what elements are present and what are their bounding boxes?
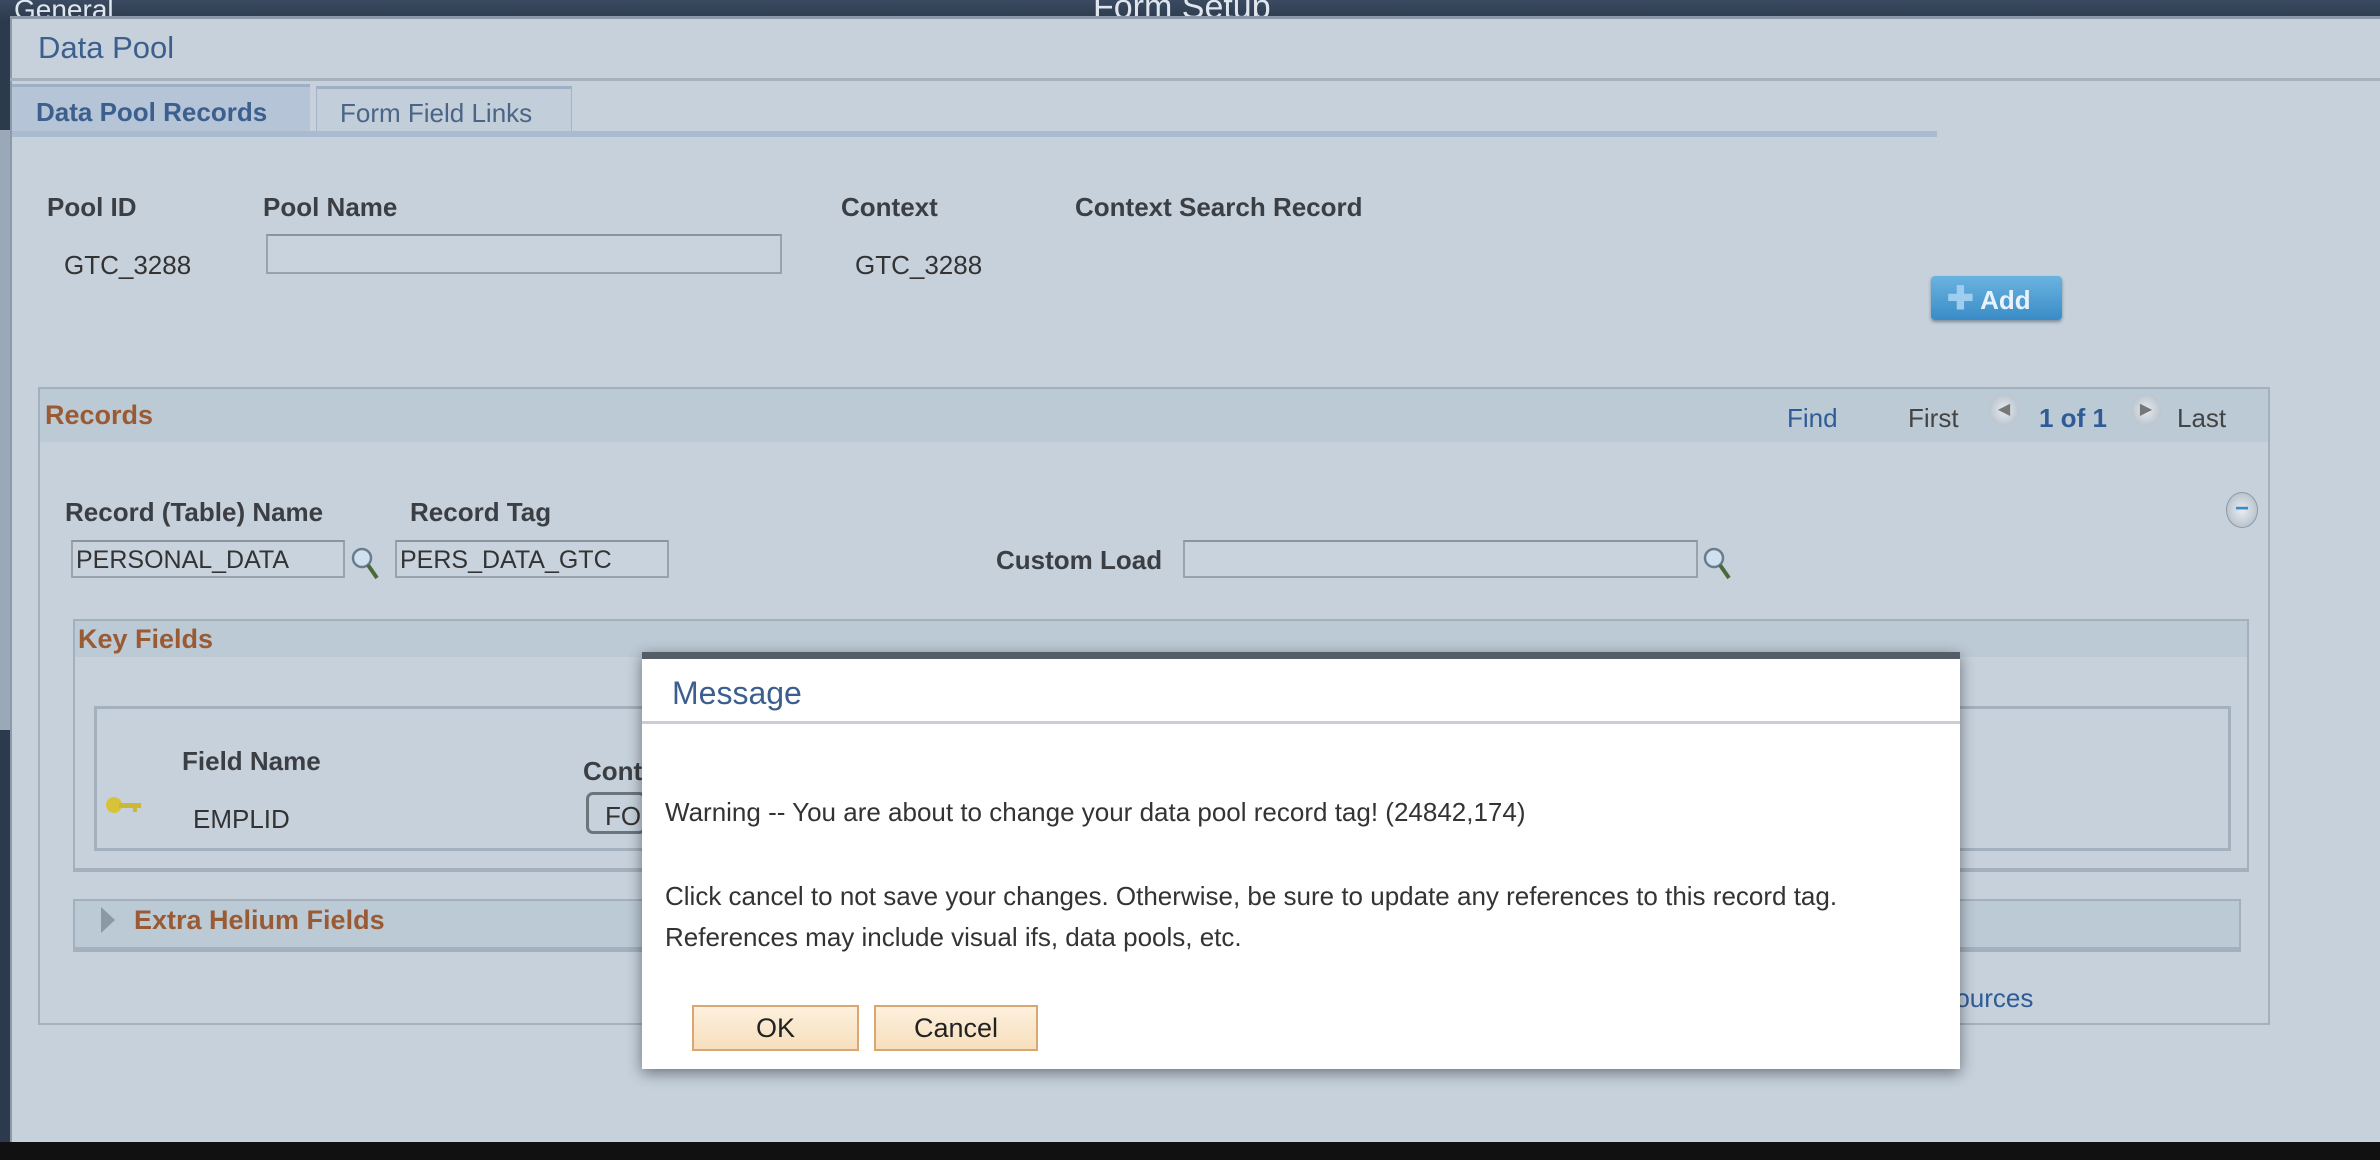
pager-count: 1 of 1 bbox=[2039, 403, 2107, 433]
background-page-edge bbox=[0, 130, 10, 730]
next-icon[interactable]: ▶ bbox=[2131, 394, 2161, 426]
title-divider bbox=[10, 78, 2380, 81]
expand-triangle-icon[interactable] bbox=[101, 907, 115, 933]
key-icon bbox=[106, 797, 141, 813]
find-link[interactable]: Find bbox=[1787, 403, 1838, 434]
field-name-value: EMPLID bbox=[193, 804, 290, 834]
dialog-instructions-line2: References may include visual ifs, data … bbox=[665, 922, 1242, 952]
pool-id-label: Pool ID bbox=[47, 192, 137, 222]
context-label: Context bbox=[841, 192, 938, 222]
tab-underline bbox=[12, 131, 1937, 137]
dialog-instructions-line1: Click cancel to not save your changes. O… bbox=[665, 881, 1838, 911]
tab-form-field-links[interactable]: Form Field Links bbox=[316, 86, 572, 132]
dialog-divider bbox=[642, 721, 1960, 724]
custom-load-input[interactable] bbox=[1183, 540, 1698, 578]
page-title: Data Pool bbox=[38, 30, 175, 65]
dialog-warning-text: Warning -- You are about to change your … bbox=[665, 797, 1526, 827]
previous-icon[interactable]: ◀ bbox=[1989, 394, 2019, 426]
context-header: Cont bbox=[583, 756, 643, 786]
custom-load-lookup-icon[interactable] bbox=[1702, 545, 1732, 581]
cancel-button[interactable]: Cancel bbox=[874, 1005, 1038, 1051]
record-tag-input[interactable]: PERS_DATA_GTC bbox=[395, 540, 669, 578]
bottom-bar bbox=[0, 1142, 2380, 1160]
last-label: Last bbox=[2177, 403, 2227, 433]
custom-load-label: Custom Load bbox=[996, 545, 1163, 575]
pool-name-input[interactable] bbox=[266, 234, 782, 274]
ok-button[interactable]: OK bbox=[692, 1005, 859, 1051]
dialog-title: Message bbox=[672, 675, 802, 711]
context-button[interactable]: FO bbox=[586, 792, 646, 834]
tab-data-pool-records[interactable]: Data Pool Records bbox=[12, 84, 310, 132]
field-name-header: Field Name bbox=[182, 746, 321, 776]
record-name-lookup-icon[interactable] bbox=[350, 545, 380, 581]
context-value: GTC_3288 bbox=[855, 250, 983, 280]
message-dialog: Message Warning -- You are about to chan… bbox=[642, 652, 1960, 1069]
context-search-record-label: Context Search Record bbox=[1075, 192, 1363, 222]
record-tag-label: Record Tag bbox=[410, 497, 552, 527]
plus-icon: ✚ bbox=[1947, 280, 1974, 316]
records-title: Records bbox=[45, 400, 154, 430]
add-button[interactable]: ✚ Add bbox=[1931, 276, 2062, 320]
extra-helium-fields-title: Extra Helium Fields bbox=[134, 905, 385, 935]
first-label: First bbox=[1908, 403, 1959, 433]
pool-id-value: GTC_3288 bbox=[64, 250, 192, 280]
record-name-label: Record (Table) Name bbox=[65, 497, 324, 527]
pool-name-label: Pool Name bbox=[263, 192, 398, 222]
record-name-input[interactable]: PERSONAL_DATA bbox=[71, 540, 345, 578]
add-label: Add bbox=[1980, 285, 2031, 315]
collapse-row-icon[interactable]: − bbox=[2226, 492, 2258, 528]
key-fields-title: Key Fields bbox=[78, 624, 214, 654]
